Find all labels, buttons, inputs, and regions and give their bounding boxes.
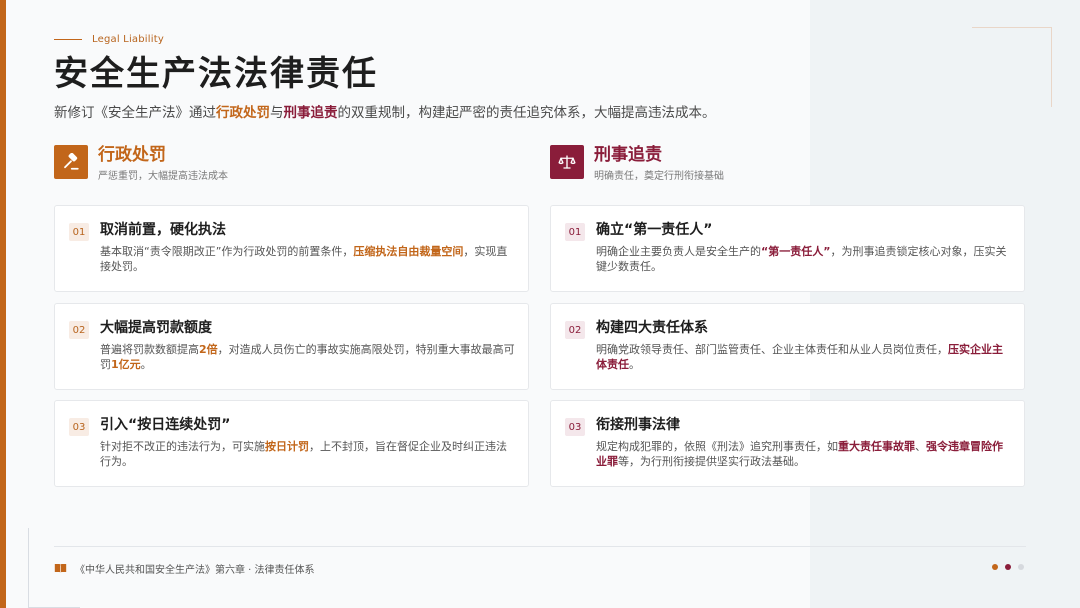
card-daily-penalty: 03 引入“按日连续处罚” 针对拒不改正的违法行为，可实施按日计罚，上不封顶，旨… [54, 400, 529, 487]
card-title: 大幅提高罚款额度 [100, 320, 212, 336]
footer-divider [54, 546, 1026, 547]
card-title: 确立“第一责任人” [596, 222, 713, 238]
card-title: 取消前置，硬化执法 [100, 222, 226, 238]
card-text: 基本取消“责令限期改正”作为行政处罚的前置条件， [100, 245, 354, 258]
card-text: 、 [915, 440, 926, 453]
card-text: 规定构成犯罪的，依照《刑法》追究刑事责任，如 [596, 440, 838, 453]
card-body: 明确党政领导责任、部门监管责任、企业主体责任和从业人员岗位责任，压实企业主体责任… [596, 342, 1011, 372]
card-text: 明确企业主要负责人是安全生产的 [596, 245, 761, 258]
column-header-administrative: 行政处罚 严惩重罚，大幅提高违法成本 [54, 145, 228, 182]
page-subtitle: 新修订《安全生产法》通过行政处罚与刑事追责的双重规制，构建起严密的责任追究体系，… [54, 103, 716, 123]
column-header-text: 行政处罚 严惩重罚，大幅提高违法成本 [98, 145, 228, 182]
column-subtitle: 明确责任，奠定行刑衔接基础 [594, 171, 724, 182]
card-text: 。 [140, 358, 152, 371]
card-title: 衔接刑事法律 [596, 417, 680, 433]
subtitle-text: 与 [270, 105, 284, 121]
corner-decoration-top-right [972, 27, 1052, 107]
card-body: 规定构成犯罪的，依照《刑法》追究刑事责任，如重大责任事故罪、强令违章冒险作业罪等… [596, 439, 1011, 469]
card-body: 普遍将罚款数额提高2倍，对造成人员伤亡的事故实施高限处罚，特别重大事故最高可罚1… [100, 342, 515, 372]
card-number: 01 [565, 223, 585, 241]
column-header-text: 刑事追责 明确责任，奠定行刑衔接基础 [594, 145, 724, 182]
card-highlight: 重大责任事故罪 [838, 440, 915, 453]
card-title: 引入“按日连续处罚” [100, 417, 231, 433]
eyebrow-label: Legal Liability [92, 34, 164, 45]
card-text: 。 [629, 358, 640, 371]
footer: 《中华人民共和国安全生产法》第六章 · 法律责任体系 [54, 561, 315, 576]
card-cancel-precondition: 01 取消前置，硬化执法 基本取消“责令限期改正”作为行政处罚的前置条件，压缩执… [54, 205, 529, 292]
footer-text: 《中华人民共和国安全生产法》第六章 · 法律责任体系 [75, 565, 315, 576]
card-text: 明确党政领导责任、部门监管责任、企业主体责任和从业人员岗位责任， [596, 343, 948, 356]
page-dot [992, 564, 998, 570]
card-highlight: 2倍 [199, 343, 218, 356]
card-text: 针对拒不改正的违法行为，可实施 [100, 440, 265, 453]
subtitle-highlight-criminal: 刑事追责 [283, 105, 338, 121]
card-raise-fines: 02 大幅提高罚款额度 普遍将罚款数额提高2倍，对造成人员伤亡的事故实施高限处罚… [54, 303, 529, 390]
card-body: 基本取消“责令限期改正”作为行政处罚的前置条件，压缩执法自由裁量空间，实现直接处… [100, 244, 515, 274]
slide: Legal Liability 安全生产法法律责任 新修订《安全生产法》通过行政… [0, 0, 1080, 608]
card-text: 普遍将罚款数额提高 [100, 343, 199, 356]
card-highlight: 1亿元 [111, 358, 141, 371]
card-highlight: “第一责任人” [761, 245, 831, 258]
subtitle-text: 的双重规制，构建起严密的责任追究体系，大幅提高违法成本。 [337, 105, 716, 121]
eyebrow-line [54, 39, 82, 40]
card-number: 02 [69, 321, 89, 339]
card-title: 构建四大责任体系 [596, 320, 708, 336]
card-criminal-law-link: 03 衔接刑事法律 规定构成犯罪的，依照《刑法》追究刑事责任，如重大责任事故罪、… [550, 400, 1025, 487]
page-dot [1018, 564, 1024, 570]
card-text: 等，为行刑衔接提供坚实行政法基础。 [618, 455, 805, 468]
page-dot [1005, 564, 1011, 570]
card-four-responsibility-systems: 02 构建四大责任体系 明确党政领导责任、部门监管责任、企业主体责任和从业人员岗… [550, 303, 1025, 390]
card-number: 02 [565, 321, 585, 339]
column-subtitle: 严惩重罚，大幅提高违法成本 [98, 171, 228, 182]
page-title: 安全生产法法律责任 [54, 54, 378, 94]
book-icon [54, 564, 67, 573]
card-highlight: 压缩执法自由裁量空间 [353, 245, 464, 258]
subtitle-text: 新修订《安全生产法》通过 [54, 105, 216, 121]
card-number: 03 [565, 418, 585, 436]
column-title: 行政处罚 [98, 145, 166, 165]
page-indicator [992, 564, 1031, 570]
gavel-icon [54, 145, 88, 179]
column-header-criminal: 刑事追责 明确责任，奠定行刑衔接基础 [550, 145, 724, 182]
card-body: 明确企业主要负责人是安全生产的“第一责任人”，为刑事追责锁定核心对象，压实关键少… [596, 244, 1011, 274]
card-number: 01 [69, 223, 89, 241]
card-highlight: 按日计罚 [265, 440, 309, 453]
column-title: 刑事追责 [594, 145, 662, 165]
subtitle-highlight-admin: 行政处罚 [216, 105, 270, 121]
eyebrow: Legal Liability [54, 34, 164, 45]
card-first-responsible: 01 确立“第一责任人” 明确企业主要负责人是安全生产的“第一责任人”，为刑事追… [550, 205, 1025, 292]
card-number: 03 [69, 418, 89, 436]
left-accent-bar [0, 0, 6, 608]
scales-icon [550, 145, 584, 179]
card-body: 针对拒不改正的违法行为，可实施按日计罚，上不封顶，旨在督促企业及时纠正违法行为。 [100, 439, 515, 469]
